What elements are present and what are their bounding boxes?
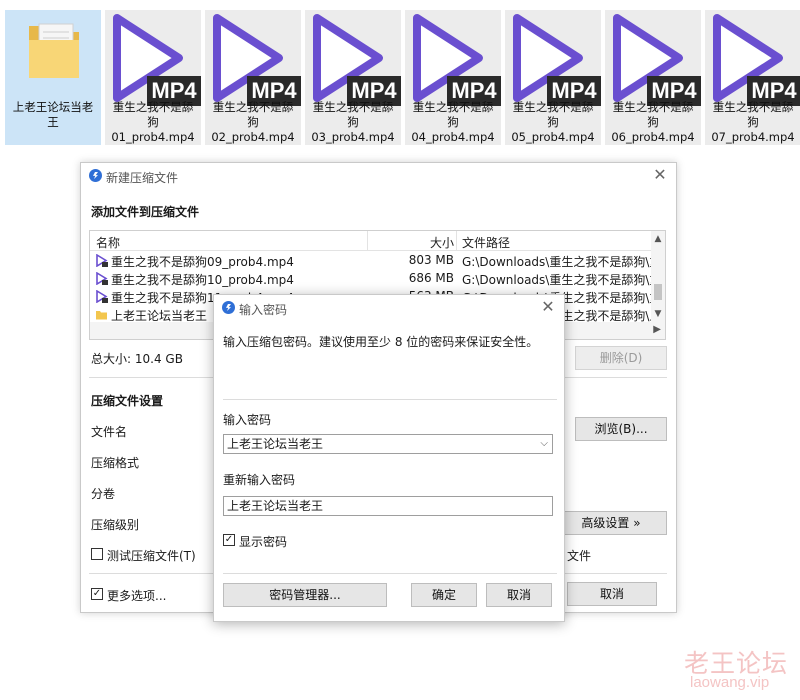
option-label: 文件 [567,549,592,563]
test-archive-label[interactable]: 测试压缩文件(T) [107,547,196,564]
watermark-url: laowang.vip [690,674,770,691]
window-title: 新建压缩文件 [106,171,179,185]
ok-button[interactable]: 确定 [411,583,477,607]
file-tile-video[interactable]: MP4 重生之我不是舔狗 06_prob4.mp4 [605,10,701,145]
close-icon[interactable]: ✕ [652,167,668,183]
more-options-checkbox[interactable]: ✓ [91,588,103,600]
column-divider[interactable] [367,231,368,251]
file-size: 686 MB [408,271,454,285]
tile-label: 重生之我不是舔狗 03_prob4.mp4 [311,100,395,144]
scroll-up-icon[interactable]: ▲ [651,234,665,244]
format-label: 压缩格式 [91,456,140,470]
browse-button[interactable]: 浏览(B)... [575,417,667,441]
file-tile-video[interactable]: MP4 重生之我不是舔狗 05_prob4.mp4 [505,10,601,145]
tile-label: 重生之我不是舔狗 05_prob4.mp4 [511,100,595,144]
add-files-heading: 添加文件到压缩文件 [91,205,200,219]
password-label: 输入密码 [223,413,272,427]
password-manager-button[interactable]: 密码管理器... [223,583,387,607]
tile-label: 重生之我不是舔狗 06_prob4.mp4 [611,100,695,144]
video-file-icon [96,290,108,303]
tile-label: 重生之我不是舔狗 04_prob4.mp4 [411,100,495,144]
column-size[interactable]: 大小 [430,234,454,251]
reenter-label: 重新输入密码 [223,473,296,487]
password-combobox[interactable]: 上老王论坛当老王 ⌵ [223,434,553,454]
list-item[interactable]: 重生之我不是舔狗10_prob4.mp4 686 MB G:\Downloads… [90,270,653,288]
tile-label: 上老王论坛当老王 [12,100,94,129]
advanced-settings-button[interactable]: 高级设置 » [555,511,667,535]
reenter-password-field[interactable]: 上老王论坛当老王 [223,496,553,516]
close-icon[interactable]: ✕ [540,299,556,315]
reenter-value: 上老王论坛当老王 [227,499,324,513]
show-password-label[interactable]: 显示密码 [239,533,287,550]
dialog-titlebar[interactable]: 输入密码 ✕ [214,295,564,321]
file-name: 重生之我不是舔狗10_prob4.mp4 [111,273,294,287]
column-divider[interactable] [456,231,457,251]
video-file-icon [96,254,108,267]
delete-button[interactable]: 删除(D) [575,346,667,370]
instruction-text: 输入压缩包密码。建议使用至少 8 位的密码来保证安全性。 [223,335,539,349]
password-dialog: 输入密码 ✕ 输入压缩包密码。建议使用至少 8 位的密码来保证安全性。 输入密码… [213,294,565,622]
tile-label: 重生之我不是舔狗 02_prob4.mp4 [211,100,295,144]
folder-icon [29,23,79,78]
level-label: 压缩级别 [91,518,140,532]
cancel-button[interactable]: 取消 [567,582,657,606]
list-header: 名称 大小 文件路径 [90,231,651,251]
divider [223,573,557,574]
file-tile-video[interactable]: MP4 重生之我不是舔狗 07_prob4.mp4 [705,10,800,145]
tile-label: 重生之我不是舔狗 07_prob4.mp4 [711,100,795,144]
file-path: G:\Downloads\重生之我不是舔狗\重 [462,273,653,287]
scroll-right-icon[interactable]: ▶ [653,324,661,335]
file-size: 803 MB [408,253,454,267]
file-tile-video[interactable]: MP4 重生之我不是舔狗 03_prob4.mp4 [305,10,401,145]
filename-label: 文件名 [91,425,128,439]
settings-heading: 压缩文件设置 [91,394,164,408]
scroll-down-icon[interactable]: ▼ [651,309,665,319]
file-tile-video[interactable]: MP4 重生之我不是舔狗 04_prob4.mp4 [405,10,501,145]
file-name: 重生之我不是舔狗09_prob4.mp4 [111,255,294,269]
file-tile-folder[interactable]: 上老王论坛当老王 [5,10,101,145]
show-password-checkbox[interactable]: ✓ [223,534,235,546]
file-path: G:\Downloads\重生之我不是舔狗\重 [462,255,653,269]
app-icon [89,169,102,182]
app-icon [222,301,235,314]
video-file-icon [96,272,108,285]
total-size: 总大小: 10.4 GB [91,352,183,366]
dialog-cancel-button[interactable]: 取消 [486,583,552,607]
test-archive-checkbox[interactable] [91,548,103,560]
list-item[interactable]: 重生之我不是舔狗09_prob4.mp4 803 MB G:\Downloads… [90,252,653,270]
dialog-title: 输入密码 [239,303,288,317]
window-titlebar[interactable]: 新建压缩文件 ✕ [81,163,676,189]
split-label: 分卷 [91,487,116,501]
file-tile-video[interactable]: MP4 重生之我不是舔狗 02_prob4.mp4 [205,10,301,145]
scroll-thumb[interactable] [654,284,662,300]
column-path[interactable]: 文件路径 [462,234,510,251]
password-value: 上老王论坛当老王 [227,437,324,451]
more-options-label[interactable]: 更多选项... [107,587,166,604]
vertical-scrollbar[interactable]: ▲ ▼ [651,231,665,323]
tile-label: 重生之我不是舔狗 01_prob4.mp4 [111,100,195,144]
file-tile-video[interactable]: MP4 重生之我不是舔狗 01_prob4.mp4 [105,10,201,145]
chevron-down-icon[interactable]: ⌵ [540,435,548,453]
divider [223,399,557,400]
folder-icon [96,311,107,320]
column-name[interactable]: 名称 [96,234,120,251]
